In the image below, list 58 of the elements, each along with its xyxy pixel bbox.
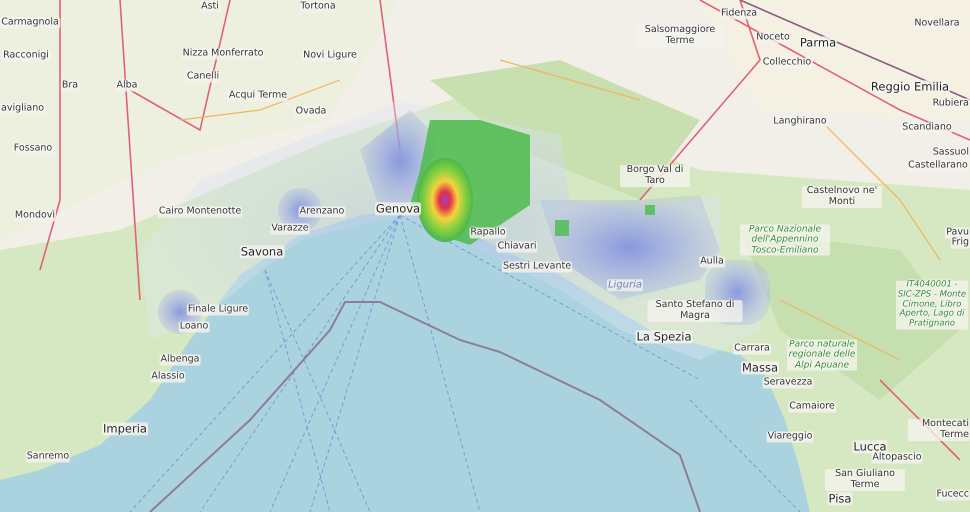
city-label: Reggio Emilia [870, 80, 950, 94]
place-label: Scandiano [901, 122, 953, 134]
place-label: Fidenza [720, 8, 758, 20]
region-label: Liguria [606, 279, 644, 291]
place-label: Langhirano [772, 116, 828, 128]
place-label: Fucecc [936, 490, 970, 500]
place-label: Racconigi [2, 50, 50, 62]
place-label: Rubiera [932, 98, 970, 110]
place-label: Finale Ligure [186, 304, 250, 316]
place-label: Rapallo [469, 228, 507, 238]
place-label: Canelli [186, 72, 220, 82]
place-label: Camaiore [788, 402, 836, 412]
place-label: Mondovì [14, 210, 56, 222]
place-label: Novi Ligure [302, 50, 358, 62]
place-label: San Giuliano Terme [825, 469, 905, 491]
place-label: avigliano [0, 104, 46, 114]
place-label: Bra [60, 80, 80, 92]
place-label: Loano [178, 322, 210, 332]
place-label: Tortona [299, 2, 337, 12]
place-label: Varazze [270, 224, 310, 234]
place-label: Chiavari [496, 242, 538, 252]
place-label: Aulla [699, 256, 725, 268]
place-label: Albenga [160, 354, 200, 366]
city-label: Parma [798, 36, 838, 50]
place-label: Asti [200, 2, 220, 12]
place-label: Carmagnola [0, 18, 60, 28]
park-label: IT4040001 - SIC-ZPS - Monte Cimone, Libro Aperto, Lago di Pratignano [896, 280, 968, 330]
place-label: Altopascio [871, 452, 923, 464]
city-label: Genova [374, 202, 422, 216]
place-label: Arenzano [298, 206, 346, 218]
city-label: Savona [240, 245, 284, 259]
city-label: Pisa [828, 492, 852, 506]
place-label: Cairo Montenotte [158, 206, 242, 218]
city-label: Imperia [102, 422, 148, 436]
place-label: Pavu [945, 228, 970, 238]
place-label: Frig [950, 238, 970, 248]
city-label: La Spezia [635, 330, 693, 344]
place-label: Fossano [12, 144, 54, 154]
place-label: Collecchio [762, 58, 812, 68]
place-label: Novellara [913, 18, 961, 30]
place-label: Nizza Monferrato [182, 48, 264, 60]
place-label: Castelnovo ne' Monti [802, 186, 882, 208]
place-label: Noceto [755, 32, 791, 44]
place-label: Alassio [150, 372, 186, 382]
place-label: Ovada [294, 106, 328, 118]
place-label: Alba [116, 80, 138, 92]
place-label: Seravezza [762, 378, 814, 388]
place-label: Carrara [733, 344, 771, 354]
place-label: Montecati Terme [908, 419, 970, 441]
place-label: Sestri Levante [502, 262, 572, 272]
place-label: Sanremo [26, 452, 70, 462]
place-label: Borgo Val di Taro [620, 165, 690, 187]
place-label: Santo Stefano di Magra [648, 300, 742, 322]
place-label: Viareggio [766, 432, 814, 442]
park-label: Parco Nazionale dell'Appennino Tosco-Emiliano [740, 224, 830, 256]
park-label: Parco naturale regionale delle Alpi Apuane [787, 339, 857, 371]
city-label: Massa [741, 361, 779, 375]
place-label: Acqui Terme [228, 90, 288, 102]
